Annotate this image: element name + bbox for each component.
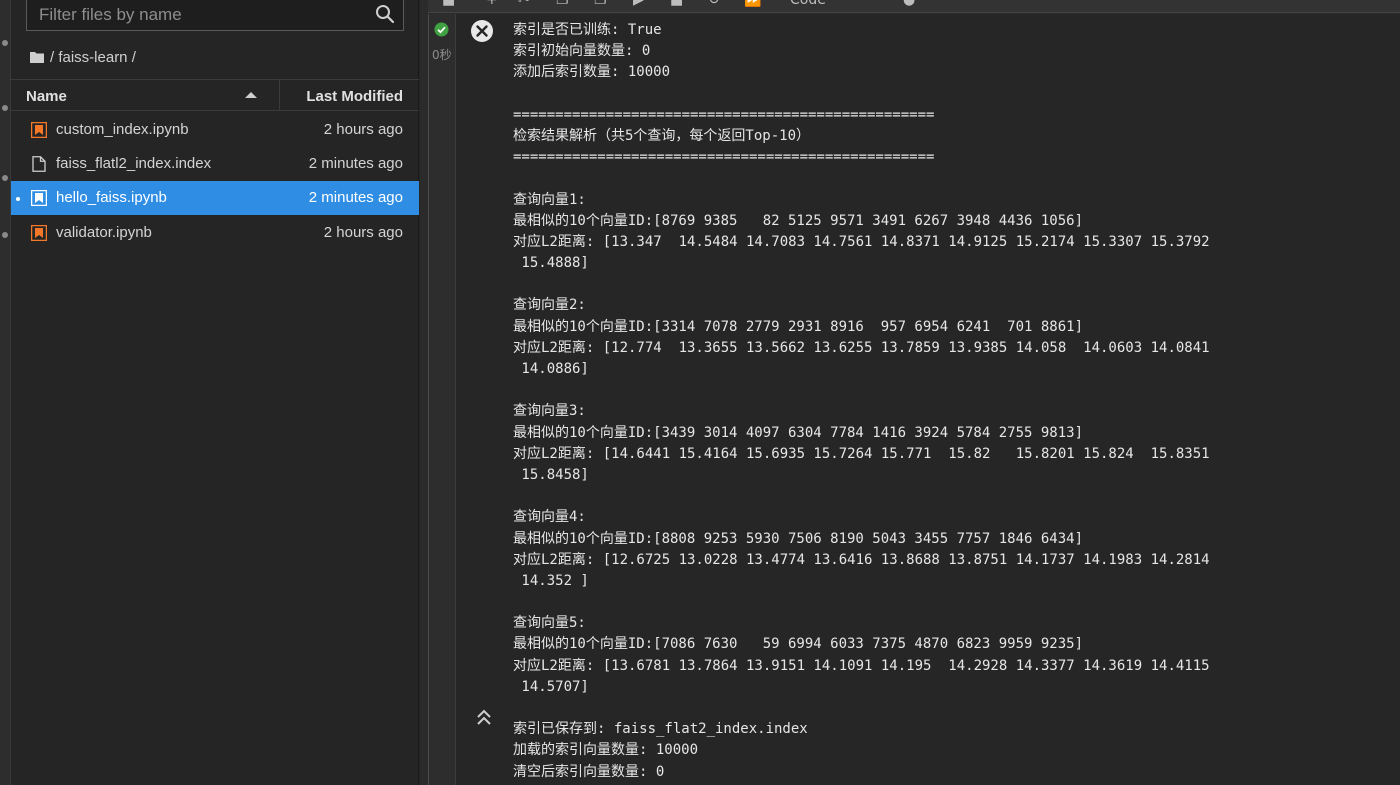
output-text: 索引是否已训练: True 索引初始向量数量: 0 添加后索引数量: 10000 ==… (513, 20, 1393, 783)
file-row[interactable]: validator.ipynb 2 hours ago (11, 216, 419, 250)
stop-icon[interactable]: ■ (670, 0, 683, 8)
file-name[interactable]: custom_index.ipynb (56, 121, 189, 138)
file-icon (32, 156, 46, 172)
column-divider[interactable] (279, 80, 280, 111)
file-row[interactable]: faiss_flatl2_index.index 2 minutes ago (11, 147, 419, 181)
notebook-toolbar: ■ + ✂ ❐ ❐ ▶ ■ ↻ ⏩ Code ● (428, 0, 1400, 13)
output-line: 对应L2距离: [12.774 13.3655 13.5662 13.6255 … (513, 339, 1210, 356)
activity-icon[interactable] (2, 40, 8, 46)
running-indicator (16, 197, 20, 201)
filter-files-input[interactable] (27, 0, 367, 30)
fast-forward-icon[interactable]: ⏩ (744, 0, 761, 8)
folder-icon (30, 52, 44, 63)
execution-time: 0秒 (432, 48, 452, 62)
output-line: 查询向量3: (513, 403, 586, 420)
output-line: 最相似的10个向量ID:[7086 7630 59 6994 6033 7375… (513, 636, 1084, 653)
notebook-panel: ■ + ✂ ❐ ❐ ▶ ■ ↻ ⏩ Code ● 0秒 索引是否已训练: Tru… (420, 0, 1400, 785)
filter-box (26, 0, 404, 31)
output-line: 对应L2距离: [14.6441 15.4164 15.6935 15.7264… (513, 445, 1210, 462)
output-line: 最相似的10个向量ID:[3439 3014 4097 6304 7784 14… (513, 424, 1084, 441)
add-cell-icon[interactable]: + (486, 0, 498, 8)
output-line: 14.0886] (513, 361, 589, 377)
output-line: ========================================… (513, 106, 935, 123)
output-line: 清空后索引向量数量: 0 (513, 763, 665, 780)
file-modified: 2 hours ago (323, 224, 403, 241)
sort-ascending-icon[interactable] (245, 92, 257, 98)
output-line: 最相似的10个向量ID:[8808 9253 5930 7506 8190 50… (513, 530, 1084, 547)
output-line: 检索结果解析（共5个查询，每个返回Top-10） (513, 127, 810, 144)
output-line: 查询向量4: (513, 509, 586, 526)
activity-icon[interactable] (2, 175, 8, 181)
output-line: 查询向量5: (513, 615, 586, 632)
save-icon[interactable]: ■ (442, 0, 455, 8)
search-icon[interactable] (375, 4, 395, 24)
output-line: 添加后索引数量: 10000 (513, 64, 671, 81)
file-list-header: Name Last Modified (11, 79, 419, 111)
file-row[interactable]: custom_index.ipynb 2 hours ago (11, 113, 419, 147)
file-name[interactable]: faiss_flatl2_index.index (56, 155, 211, 172)
kernel-status-icon: ● (903, 0, 916, 8)
file-modified: 2 minutes ago (308, 189, 403, 206)
paste-icon[interactable]: ❐ (594, 0, 607, 8)
run-icon[interactable]: ▶ (633, 0, 644, 8)
activity-bar (0, 0, 11, 785)
restart-icon[interactable]: ↻ (708, 0, 720, 8)
collapse-output-icon[interactable] (474, 708, 494, 728)
file-modified: 2 minutes ago (308, 155, 403, 172)
copy-icon[interactable]: ❐ (556, 0, 569, 8)
output-line: 加载的索引向量数量: 10000 (513, 742, 699, 759)
success-check-icon (434, 22, 449, 37)
output-line: 索引已保存到: faiss_flat2_index.index (513, 721, 808, 738)
file-browser-panel: / faiss-learn / Name Last Modified custo… (11, 0, 419, 785)
output-line: 15.4888] (513, 255, 589, 272)
output-line: 查询向量2: (513, 297, 586, 314)
output-line: 最相似的10个向量ID:[8769 9385 82 5125 9571 3491… (513, 212, 1084, 229)
output-line: 对应L2距离: [13.347 14.5484 14.7083 14.7561 … (513, 233, 1210, 250)
output-line: 14.352 ] (513, 572, 589, 589)
breadcrumb-path[interactable]: / faiss-learn / (50, 49, 136, 66)
activity-icon[interactable] (2, 105, 8, 111)
output-line: 对应L2距离: [12.6725 13.0228 13.4774 13.6416… (513, 551, 1210, 568)
output-line: 索引是否已训练: True (513, 22, 662, 38)
output-line: ========================================… (513, 149, 935, 166)
output-line: 15.8458] (513, 466, 589, 483)
file-modified: 2 hours ago (323, 121, 403, 138)
code-cell-output: 0秒 索引是否已训练: True 索引初始向量数量: 0 添加后索引数量: 1000… (428, 14, 1400, 785)
output-line: 索引初始向量数量: 0 (513, 43, 651, 60)
output-line: 最相似的10个向量ID:[3314 7078 2779 2931 8916 95… (513, 318, 1084, 335)
breadcrumb[interactable]: / faiss-learn / (30, 46, 136, 68)
column-name-header[interactable]: Name (26, 88, 67, 105)
activity-icon[interactable] (2, 232, 8, 238)
clear-output-icon[interactable] (470, 19, 494, 43)
cell-type-select[interactable]: Code (790, 0, 826, 8)
notebook-icon (31, 190, 47, 206)
file-name[interactable]: hello_faiss.ipynb (56, 189, 167, 206)
file-row-selected[interactable]: hello_faiss.ipynb 2 minutes ago (11, 181, 419, 215)
output-line: 对应L2距离: [13.6781 13.7864 13.9151 14.1091… (513, 657, 1210, 674)
column-modified-header[interactable]: Last Modified (306, 88, 403, 105)
file-name[interactable]: validator.ipynb (56, 224, 152, 241)
output-line: 查询向量1: (513, 191, 586, 208)
cut-icon[interactable]: ✂ (518, 0, 530, 8)
notebook-icon (31, 122, 47, 138)
notebook-icon (31, 225, 47, 241)
cell-prompt: 0秒 (429, 14, 456, 785)
output-line: 14.5707] (513, 678, 589, 695)
